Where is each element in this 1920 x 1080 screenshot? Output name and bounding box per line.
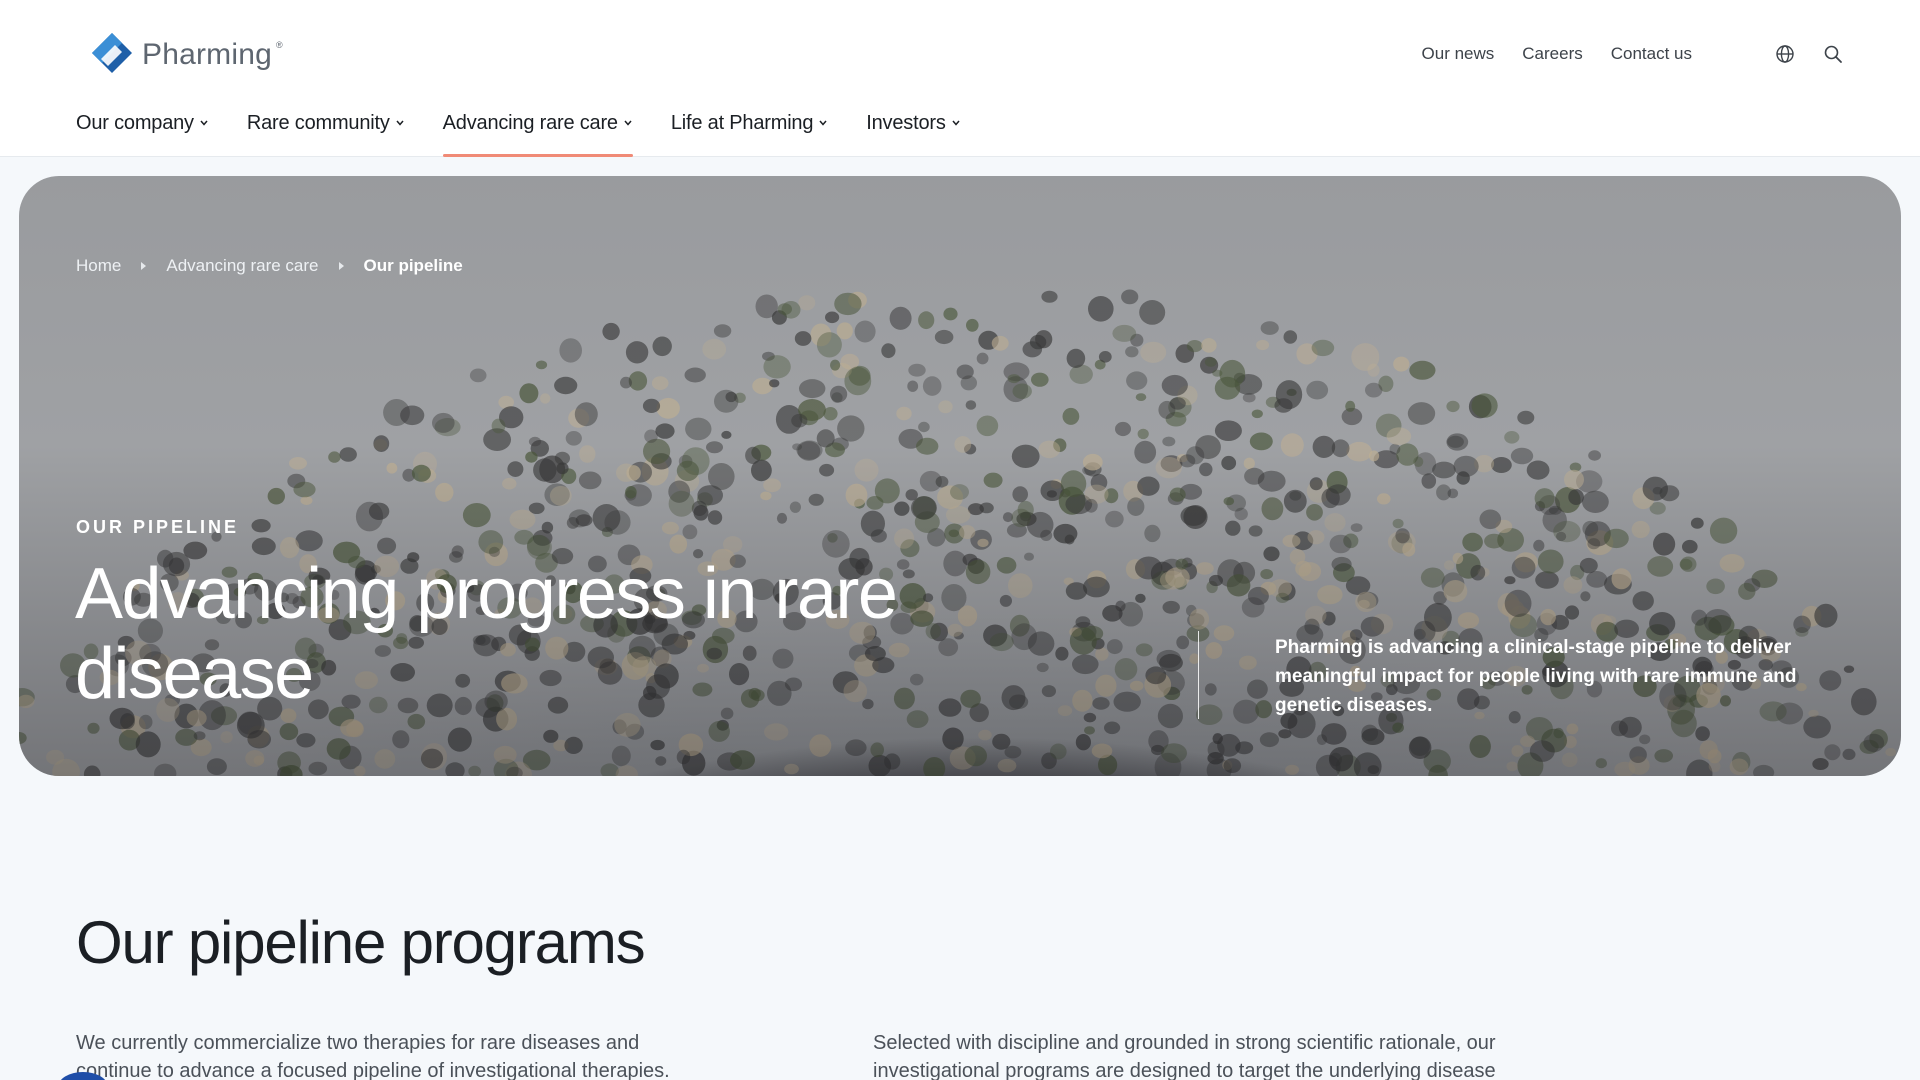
- chevron-down-icon: [396, 120, 404, 126]
- nav-item-label: Advancing rare care: [442, 112, 618, 134]
- nav-item-label: Rare community: [246, 112, 390, 134]
- chevron-down-icon: [200, 120, 208, 126]
- chevron-down-icon: [624, 120, 632, 126]
- utility-link-careers[interactable]: Careers: [1522, 44, 1582, 64]
- logo-registered-mark: ®: [276, 40, 283, 50]
- hero-divider: [1198, 631, 1199, 719]
- breadcrumb: Home Advancing rare care Our pipeline: [76, 256, 463, 276]
- breadcrumb-separator-icon: [338, 262, 344, 270]
- hero-eyebrow: OUR PIPELINE: [76, 517, 240, 537]
- breadcrumb-advancing-rare-care[interactable]: Advancing rare care: [166, 256, 318, 276]
- nav-item-rare-community[interactable]: Rare community: [247, 108, 405, 157]
- breadcrumb-home[interactable]: Home: [76, 256, 121, 276]
- utility-link-our-news[interactable]: Our news: [1422, 44, 1495, 64]
- site-header: Pharming ® Our news Careers Contact us O…: [0, 0, 1920, 157]
- nav-item-our-company[interactable]: Our company: [76, 108, 209, 157]
- nav-item-advancing-rare-care[interactable]: Advancing rare care: [442, 108, 634, 157]
- pharming-logo[interactable]: Pharming ®: [88, 30, 285, 80]
- globe-icon[interactable]: [1774, 43, 1796, 65]
- section-intro-left: We currently commercialize two therapies…: [76, 1032, 670, 1080]
- nav-item-label: Life at Pharming: [670, 112, 814, 134]
- hero-banner: Home Advancing rare care Our pipeline OU…: [19, 176, 1901, 776]
- breadcrumb-current: Our pipeline: [363, 256, 463, 275]
- chevron-down-icon: [952, 120, 960, 126]
- nav-item-life-at-pharming[interactable]: Life at Pharming: [671, 108, 828, 157]
- nav-item-label: Our company: [76, 112, 194, 134]
- main-nav: Our company Rare community Advancing rar…: [76, 108, 961, 157]
- nav-item-investors[interactable]: Investors: [866, 108, 960, 157]
- logo-wordmark: Pharming: [142, 38, 272, 71]
- hero-description: Pharming is advancing a clinical-stage p…: [1275, 637, 1797, 716]
- utility-link-contact-us[interactable]: Contact us: [1611, 44, 1692, 64]
- chevron-down-icon: [819, 120, 827, 126]
- search-icon[interactable]: [1822, 43, 1844, 65]
- breadcrumb-separator-icon: [141, 262, 147, 270]
- pharming-logo-mark-icon: [92, 33, 132, 73]
- utility-nav: Our news Careers Contact us: [1422, 44, 1692, 64]
- section-title: Our pipeline programs: [76, 909, 646, 976]
- nav-item-label: Investors: [866, 112, 946, 134]
- section-intro-right: Selected with discipline and grounded in…: [873, 1032, 1496, 1080]
- hero-title: Advancing progress in rare disease: [75, 554, 898, 714]
